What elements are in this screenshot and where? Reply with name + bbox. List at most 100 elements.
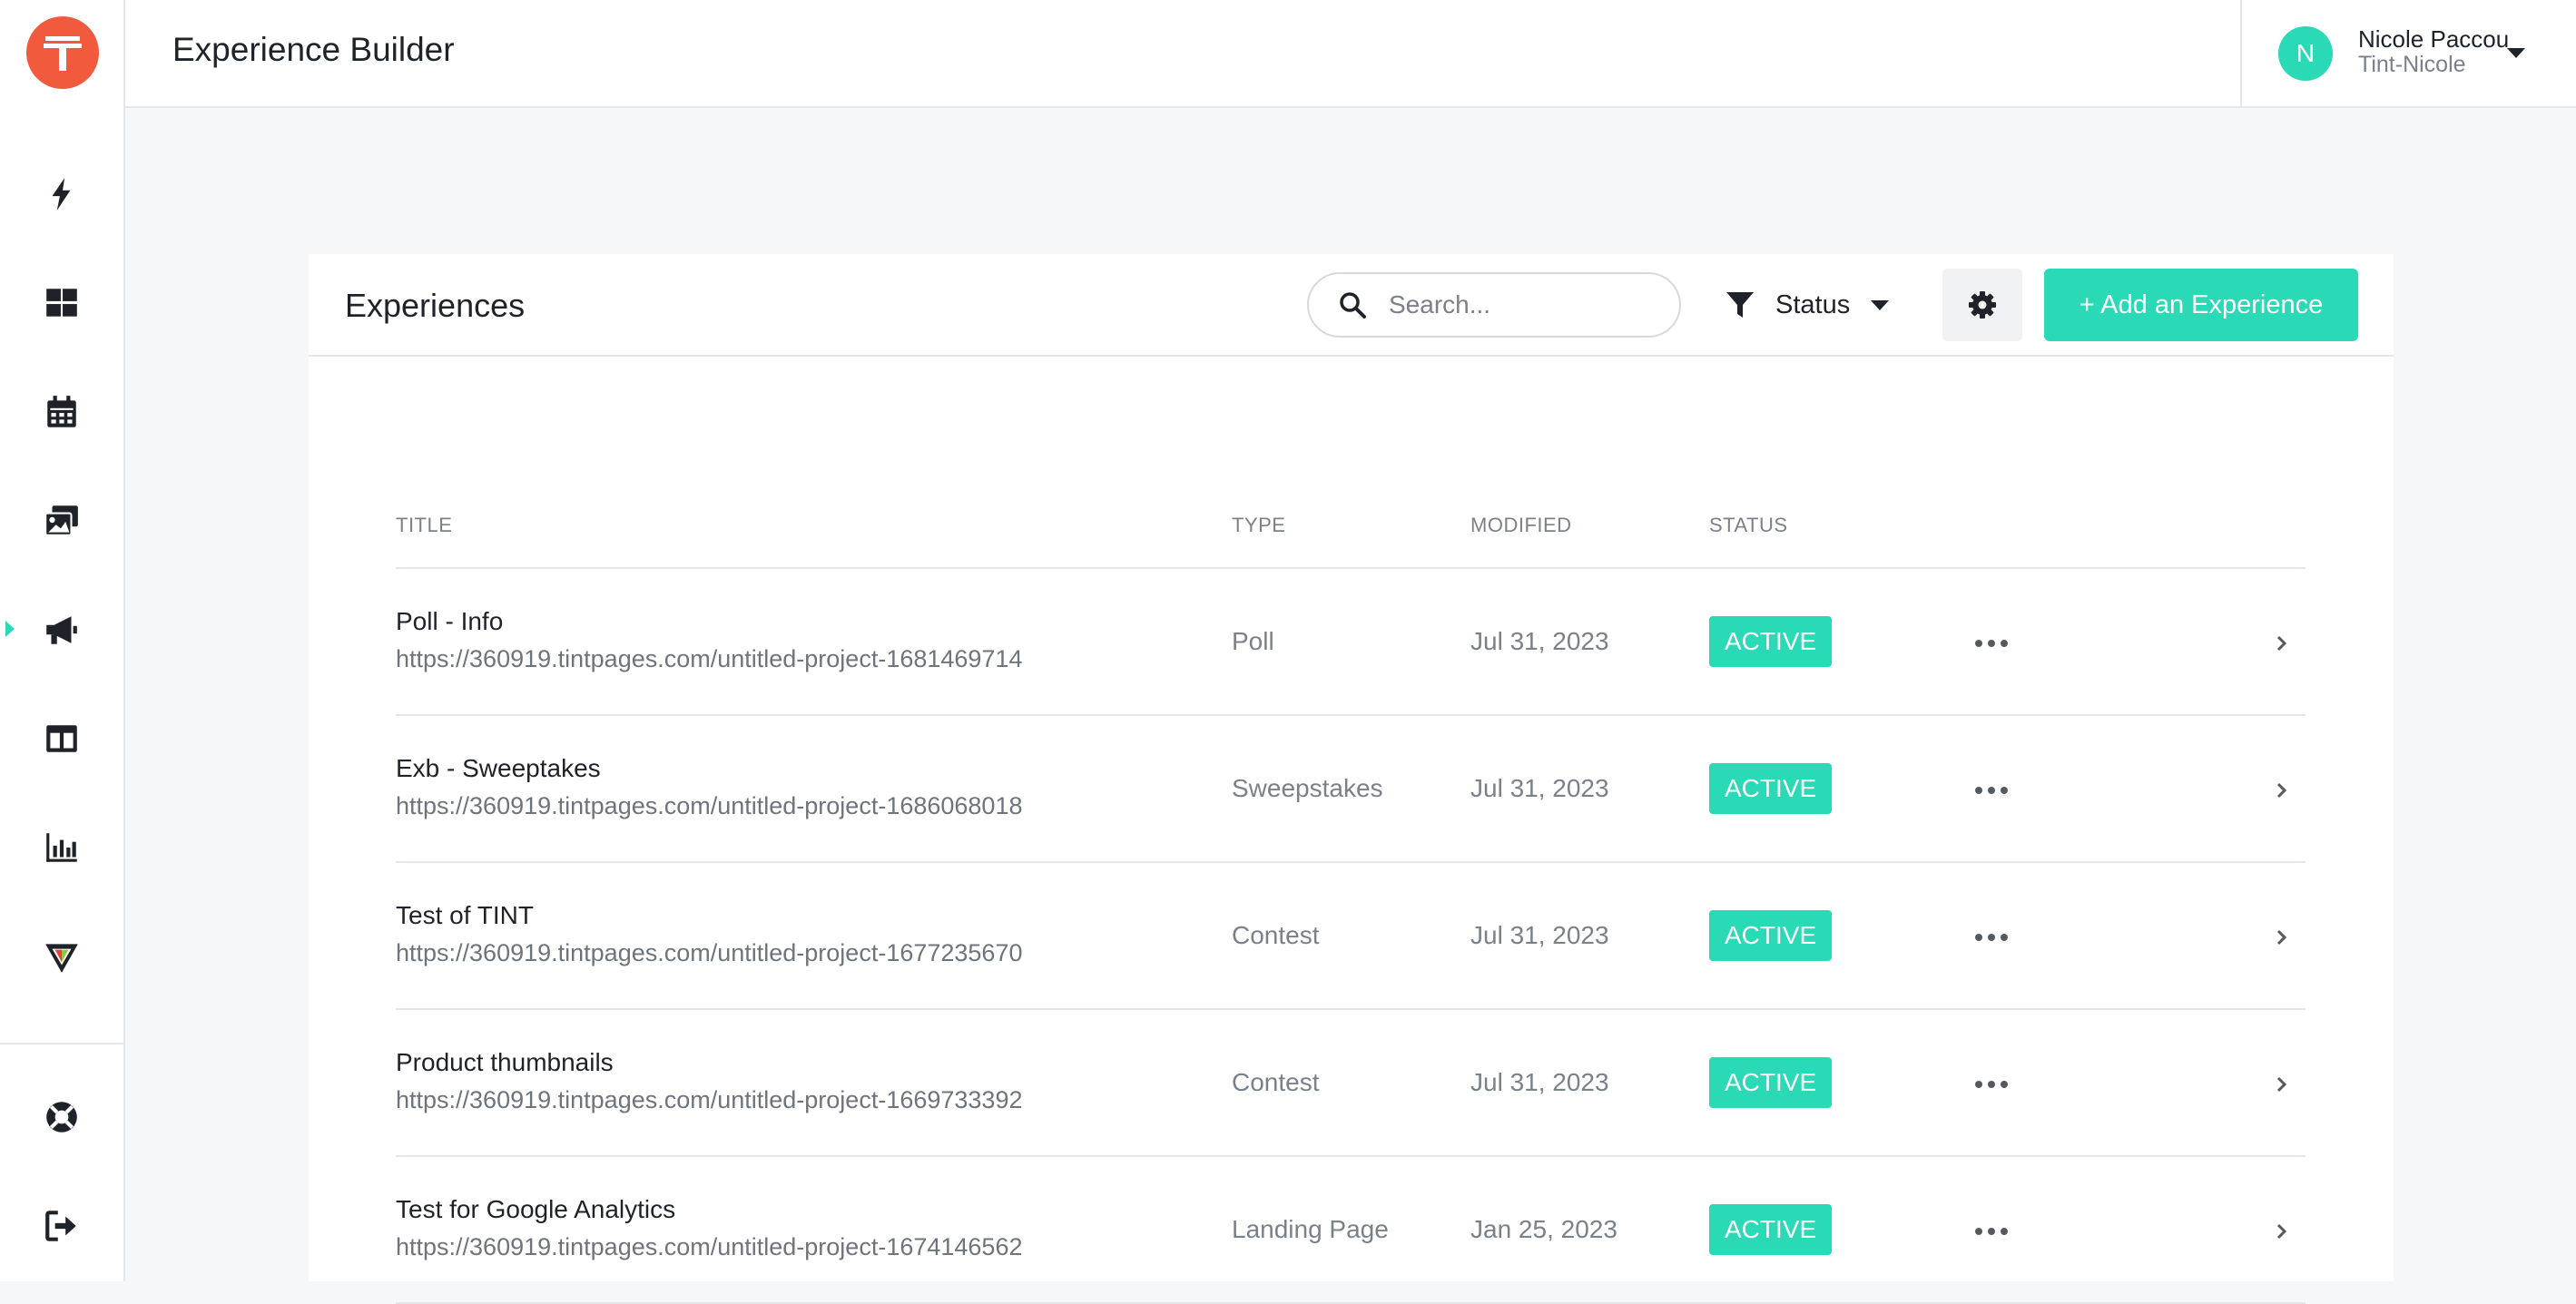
row-open-button[interactable] [2266, 1068, 2298, 1101]
row-modified: Jul 31, 2023 [1470, 921, 1609, 949]
lightning-icon [52, 178, 71, 211]
logout-icon [45, 1211, 76, 1241]
chevron-right-icon [2276, 635, 2287, 652]
chevron-down-icon [1871, 300, 1890, 310]
table-header: TITLE TYPE MODIFIED STATUS [396, 472, 2306, 569]
tint-logo[interactable] [26, 16, 99, 89]
row-open-button[interactable] [2266, 627, 2298, 660]
status-badge: ACTIVE [1709, 763, 1833, 814]
filter-funnel-icon [1726, 292, 1754, 318]
nav-logout[interactable] [0, 1190, 123, 1262]
more-dots-icon [1975, 787, 2008, 794]
more-options-button[interactable] [1966, 1213, 2017, 1250]
row-type: Contest [1232, 1068, 1320, 1096]
row-title: Product thumbnails [396, 1048, 614, 1076]
search-box[interactable] [1307, 272, 1681, 338]
column-title: TITLE [396, 514, 453, 536]
row-open-button[interactable] [2266, 921, 2298, 954]
row-type: Landing Page [1232, 1215, 1389, 1243]
row-open-button[interactable] [2266, 774, 2298, 807]
more-options-button[interactable] [1966, 919, 2017, 956]
more-dots-icon [1975, 1081, 2008, 1088]
column-status: STATUS [1709, 514, 1788, 536]
vee-logo-icon [45, 944, 78, 973]
row-modified: Jan 25, 2023 [1470, 1215, 1617, 1243]
megaphone-icon [46, 616, 77, 644]
gallery-icon [44, 505, 78, 536]
calendar-icon [47, 396, 76, 427]
bar-chart-icon [46, 833, 77, 862]
settings-button[interactable] [1942, 269, 2022, 341]
sidebar [0, 0, 125, 1281]
more-options-button[interactable] [1966, 1066, 2017, 1103]
status-badge: ACTIVE [1709, 1057, 1833, 1108]
chevron-right-icon [2276, 1076, 2287, 1093]
row-modified: Jul 31, 2023 [1470, 1068, 1609, 1096]
chevron-right-icon [2276, 782, 2287, 799]
add-experience-button[interactable]: + Add an Experience [2044, 269, 2358, 341]
row-open-button[interactable] [2266, 1215, 2298, 1248]
status-filter-label: Status [1775, 289, 1851, 319]
more-options-button[interactable] [1966, 772, 2017, 809]
column-modified: MODIFIED [1470, 514, 1572, 536]
row-type: Sweepstakes [1232, 774, 1383, 802]
row-url: https://360919.tintpages.com/untitled-pr… [396, 792, 1023, 819]
row-modified: Jul 31, 2023 [1470, 627, 1609, 655]
experiences-table: TITLE TYPE MODIFIED STATUS Poll - Info h… [396, 472, 2306, 1304]
dashboard-icon [46, 289, 77, 317]
row-url: https://360919.tintpages.com/untitled-pr… [396, 1086, 1023, 1113]
card-header: Experiences Status [309, 254, 2394, 357]
table-row[interactable]: Test for Google Analytics https://360919… [396, 1157, 2306, 1304]
card-title: Experiences [345, 287, 526, 324]
user-name: Nicole Paccou [2358, 25, 2510, 53]
chevron-down-icon[interactable] [2505, 45, 2527, 60]
more-options-button[interactable] [1966, 625, 2017, 662]
row-title: Exb - Sweeptakes [396, 754, 601, 782]
layout-icon [46, 725, 77, 752]
help-lifebuoy-icon [46, 1102, 77, 1132]
row-type: Poll [1232, 627, 1274, 655]
top-bar: Experience Builder N Nicole Paccou Tint-… [125, 0, 2576, 108]
experiences-card: Experiences Status [309, 254, 2394, 1304]
nav-analytics[interactable] [0, 811, 123, 884]
avatar: N [2278, 26, 2333, 81]
table-row[interactable]: Test of TINT https://360919.tintpages.co… [396, 863, 2306, 1010]
status-badge: ACTIVE [1709, 910, 1833, 961]
more-dots-icon [1975, 1228, 2008, 1235]
row-title: Poll - Info [396, 607, 504, 635]
sidebar-divider [0, 1043, 123, 1044]
row-url: https://360919.tintpages.com/untitled-pr… [396, 1233, 1023, 1260]
chevron-right-icon [2276, 1223, 2287, 1240]
chevron-right-icon [2276, 929, 2287, 946]
tint-logo-icon [44, 36, 82, 71]
status-badge: ACTIVE [1709, 1204, 1833, 1255]
nav-vee[interactable] [0, 920, 123, 993]
more-dots-icon [1975, 640, 2008, 647]
search-icon [1340, 292, 1366, 319]
table-row[interactable]: Exb - Sweeptakes https://360919.tintpage… [396, 716, 2306, 863]
nav-gallery[interactable] [0, 485, 123, 557]
status-filter[interactable]: Status [1725, 272, 1924, 338]
page-title: Experience Builder [172, 31, 455, 68]
nav-help[interactable] [0, 1081, 123, 1153]
column-type: TYPE [1232, 514, 1286, 536]
nav-dashboard[interactable] [0, 267, 123, 339]
table-row[interactable]: Poll - Info https://360919.tintpages.com… [396, 569, 2306, 716]
user-menu[interactable]: N Nicole Paccou Tint-Nicole [2240, 0, 2576, 106]
table-row[interactable]: Product thumbnails https://360919.tintpa… [396, 1010, 2306, 1157]
status-badge: ACTIVE [1709, 616, 1833, 667]
nav-experiences[interactable] [0, 593, 123, 666]
row-title: Test for Google Analytics [396, 1195, 676, 1223]
nav-calendar[interactable] [0, 376, 123, 448]
row-type: Contest [1232, 921, 1320, 949]
row-url: https://360919.tintpages.com/untitled-pr… [396, 939, 1023, 966]
row-modified: Jul 31, 2023 [1470, 774, 1609, 802]
row-title: Test of TINT [396, 901, 534, 929]
more-dots-icon [1975, 934, 2008, 941]
gear-icon [1969, 291, 1996, 319]
row-url: https://360919.tintpages.com/untitled-pr… [396, 645, 1023, 672]
search-input[interactable] [1389, 290, 1661, 319]
user-org: Tint-Nicole [2358, 52, 2466, 77]
nav-layout[interactable] [0, 702, 123, 775]
nav-lightning[interactable] [0, 158, 123, 230]
